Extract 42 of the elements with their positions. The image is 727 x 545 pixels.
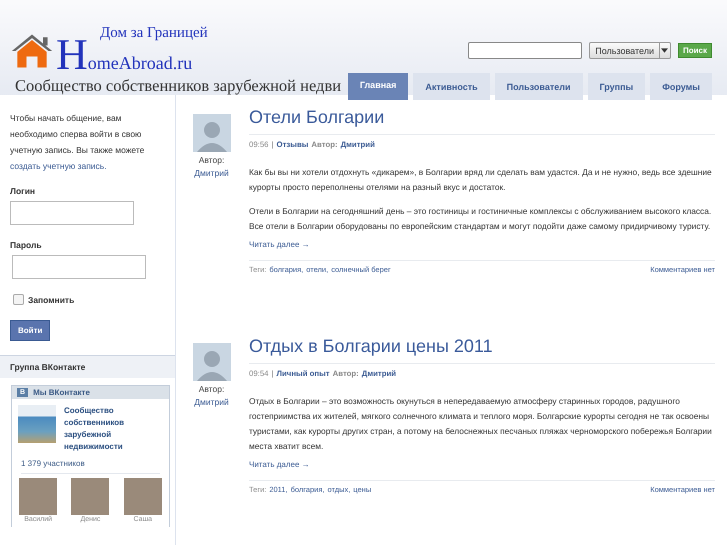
group-name-link[interactable]: Сообщество собственников зарубежной недвижимости: [64, 405, 163, 453]
login-label: Логин: [10, 186, 36, 196]
site-tagline: Сообщество собственников зарубежной недви: [15, 76, 342, 96]
post-paragraph: Отели в Болгарии на сегодняшний день – это гостиницы и гостиничные комплексы с обслуживанием высокого класса. Все отели в Болгарии оборудованы по европейским стандартам и могут подойти даже самому придирчивому туристу.: [249, 205, 712, 233]
author-label: Автор:: [198, 155, 224, 165]
avatar-silhouette-icon: [192, 343, 230, 381]
nav-tab[interactable]: Группы: [588, 73, 646, 100]
photo-placeholder: [124, 478, 162, 515]
login-button[interactable]: Войти: [10, 320, 50, 341]
search-field[interactable]: [468, 42, 582, 59]
login-field[interactable]: [10, 201, 134, 225]
scope-dropdown[interactable]: Пользователи: [589, 42, 671, 59]
photo-placeholder: [19, 478, 58, 515]
nav-tab[interactable]: Активность: [413, 73, 490, 100]
avatar-silhouette-icon: [192, 114, 230, 152]
author-link[interactable]: Дмитрий: [194, 397, 229, 407]
read-more-link[interactable]: Читать далее →: [249, 460, 310, 469]
nav-tab[interactable]: Форумы: [650, 73, 712, 100]
password-label: Пароль: [10, 240, 43, 250]
post-title-link[interactable]: Отели Болгарии: [249, 107, 715, 135]
author-link[interactable]: Дмитрий: [194, 168, 229, 178]
photo-placeholder: [18, 405, 56, 443]
signup-link[interactable]: создать учетную запись.: [10, 161, 107, 171]
caret-icon: [661, 48, 668, 53]
widget-title: Мы ВКонтакте: [33, 388, 90, 397]
login-intro-text: Чтобы начать общение, вам необходимо сперва войти в свою учетную запись. Вы также можете создать учетную запись.: [10, 112, 146, 173]
post-paragraph: Как бы вы ни хотели отдохнуть «дикарем», в Болгарии вряд ли сделать вам удастся. Да и не нужно, ведь все здешние курорты просто переполнены отелями на разный вкус и достаток.: [249, 166, 713, 194]
remember-checkbox[interactable]: [13, 294, 24, 305]
nav-tab[interactable]: Пользователи: [494, 73, 582, 100]
author-label: Автор:: [198, 384, 224, 394]
read-more-link[interactable]: Читать далее →: [249, 240, 310, 249]
logo-wordmark: HomeAbroad.ru: [56, 40, 192, 73]
house-logo-icon: [10, 32, 54, 70]
remember-label: Запомнить: [28, 294, 74, 304]
nav-tab[interactable]: Главная: [348, 73, 408, 100]
member-count: 1 379 участников: [21, 459, 160, 474]
password-field[interactable]: [12, 255, 146, 279]
widget-heading: Группа ВКонтакте: [0, 355, 175, 378]
photo-placeholder: [71, 478, 110, 515]
post-paragraph: Отдых в Болгарии – это возможность окунуться в непередаваемую атмосферу старинных городов, радушного гостеприимства их жителей, мягкого солнечного климата и теплого моря. Болгарские курорты сегодня не так освоены туристами, как курорты других стран, а потому на белоснежных песчаных пляжах черноморского побережья Болгарии места хватит всем.: [249, 395, 713, 453]
post-title-link[interactable]: Отдых в Болгарии цены 2011: [249, 336, 715, 364]
logo-subtitle: Дом за Границей: [100, 26, 208, 40]
